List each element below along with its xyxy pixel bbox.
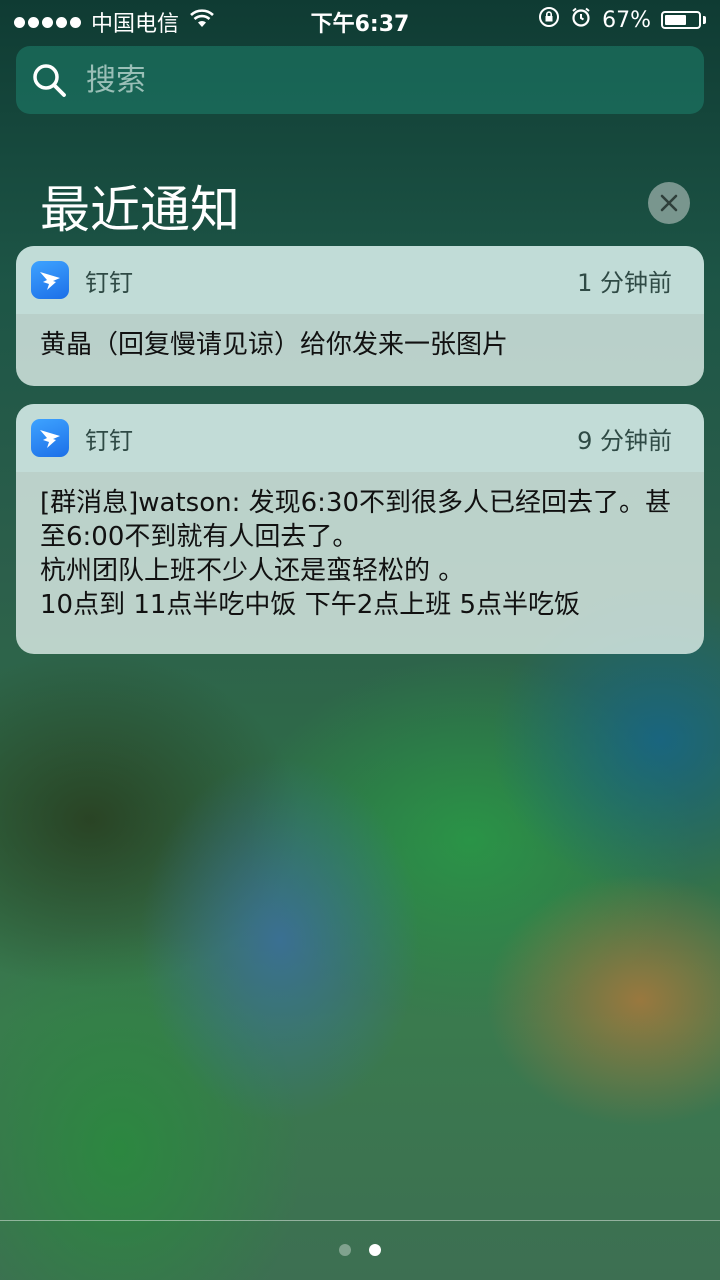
section-title: 最近通知 xyxy=(40,181,240,239)
notification-card[interactable]: 钉钉 9 分钟前 [群消息]watson: 发现6:30不到很多人已经回去了。甚… xyxy=(16,404,704,654)
notification-message: [群消息]watson: 发现6:30不到很多人已经回去了。甚至6:00不到就有… xyxy=(40,488,672,620)
notification-header: 钉钉 9 分钟前 xyxy=(16,404,704,472)
page-dot-active[interactable] xyxy=(369,1244,381,1256)
page-dot[interactable] xyxy=(339,1244,351,1256)
notification-app-name: 钉钉 xyxy=(85,426,133,455)
search-icon xyxy=(33,64,66,97)
rotation-lock-icon xyxy=(538,6,560,34)
status-right: 67% xyxy=(538,6,706,34)
dingtalk-app-icon xyxy=(31,261,69,299)
page-indicator[interactable] xyxy=(0,1244,720,1256)
battery-percent: 67% xyxy=(602,7,651,33)
status-bar: 中国电信 下午6:37 67% xyxy=(0,0,720,40)
search-input[interactable] xyxy=(84,61,648,99)
alarm-icon xyxy=(570,6,592,34)
divider xyxy=(0,1220,720,1221)
notification-card[interactable]: 钉钉 1 分钟前 黄晶（回复慢请见谅）给你发来一张图片 xyxy=(16,246,704,386)
battery-nub xyxy=(703,16,706,24)
battery-icon xyxy=(661,11,701,29)
notification-app-name: 钉钉 xyxy=(85,268,133,297)
notification-header: 钉钉 1 分钟前 xyxy=(16,246,704,314)
notification-time: 1 分钟前 xyxy=(577,268,672,297)
clear-notifications-button[interactable] xyxy=(648,182,690,224)
close-icon xyxy=(660,194,678,212)
battery-level-fill xyxy=(665,15,687,25)
notification-time: 9 分钟前 xyxy=(577,426,672,455)
dingtalk-app-icon xyxy=(31,419,69,457)
notification-message: 黄晶（回复慢请见谅）给你发来一张图片 xyxy=(40,330,509,360)
search-bar[interactable] xyxy=(16,46,704,114)
